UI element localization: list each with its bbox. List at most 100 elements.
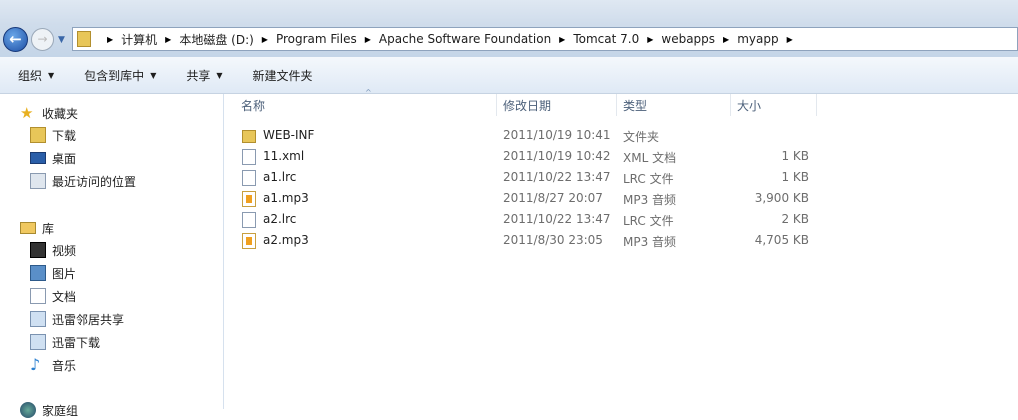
include-in-library-button[interactable]: 包含到库中 ▼ [84,67,156,84]
nav-xunlei-share[interactable]: 迅雷邻居共享 [30,309,124,329]
breadcrumb-item[interactable]: Program Files [276,32,357,46]
audio-file-icon [242,191,256,207]
music-note-icon: ♪ [30,355,41,374]
documents-icon [30,288,46,304]
nav-label: 迅雷邻居共享 [52,312,125,327]
file-row[interactable]: 11.xml 2011/10/19 10:42 XML 文档 1 KB [225,146,825,167]
nav-label: 桌面 [52,151,77,166]
nav-xunlei-download[interactable]: 迅雷下载 [30,332,100,352]
nav-label: 音乐 [52,358,77,373]
nav-label: 视频 [52,243,77,258]
file-list: 名称 ^ 修改日期 类型 大小 WEB-INF 2011/10/19 10:41 … [225,88,1018,409]
nav-label: 家庭组 [42,403,79,418]
breadcrumb-item[interactable]: 本地磁盘 (D:) [179,31,253,48]
new-folder-button[interactable]: 新建文件夹 [253,67,313,84]
share-label: 共享 [186,68,211,83]
nav-label: 迅雷下载 [52,335,101,350]
library-icon [20,222,36,234]
audio-file-icon [242,233,256,249]
file-name: a2.mp3 [263,233,309,247]
breadcrumb-chevron-icon[interactable]: ▶ [365,35,371,44]
breadcrumb-chevron-icon[interactable]: ▶ [262,35,268,44]
breadcrumb-item[interactable]: Apache Software Foundation [379,32,551,46]
library-folder-icon [30,334,46,350]
organize-button[interactable]: 组织 ▼ [18,67,54,84]
file-type: LRC 文件 [623,214,674,228]
file-row[interactable]: a1.lrc 2011/10/22 13:47 LRC 文件 1 KB [225,167,825,188]
breadcrumb-item[interactable]: myapp [737,32,778,46]
file-row[interactable]: a1.mp3 2011/8/27 20:07 MP3 音频 3,900 KB [225,188,825,209]
file-type: MP3 音频 [623,235,677,249]
file-type: MP3 音频 [623,193,677,207]
back-button[interactable]: ← [3,27,28,52]
address-row: ← → ▼ ▶ 计算机 ▶ 本地磁盘 (D:) ▶ Program Files ▶ Apach… [0,25,1018,57]
file-row[interactable]: a2.mp3 2011/8/30 23:05 MP3 音频 4,705 KB [225,230,825,251]
nav-label: 最近访问的位置 [52,174,137,189]
header-label: 大小 [737,98,762,113]
nav-videos[interactable]: 视频 [30,240,76,260]
new-folder-label: 新建文件夹 [252,68,313,83]
navigation-pane: ★ 收藏夹 下载 桌面 最近访问的位置 库 视频 图片 文档 迅雷邻居共享 迅雷下… [0,94,224,418]
breadcrumb-chevron-icon[interactable]: ▶ [559,35,565,44]
share-button[interactable]: 共享 ▼ [186,67,222,84]
file-row[interactable]: a2.lrc 2011/10/22 13:47 LRC 文件 2 KB [225,209,825,230]
nav-documents[interactable]: 文档 [30,286,76,306]
file-type: LRC 文件 [623,172,674,186]
nav-recent[interactable]: 最近访问的位置 [30,171,136,191]
breadcrumb-item[interactable]: 计算机 [121,31,157,48]
nav-homegroup[interactable]: 家庭组 [20,400,78,420]
breadcrumb-chevron-icon[interactable]: ▶ [723,35,729,44]
sort-arrow-icon: ^ [365,88,372,97]
file-icon [242,212,256,228]
file-date: 2011/8/27 20:07 [503,191,603,205]
nav-libraries[interactable]: 库 [20,218,54,238]
file-size: 4,705 KB [754,233,809,247]
breadcrumb-item[interactable]: webapps [661,32,715,46]
chevron-down-icon: ▼ [48,70,55,80]
file-icon [242,170,256,186]
nav-desktop[interactable]: 桌面 [30,148,76,168]
breadcrumb-chevron-icon[interactable]: ▶ [165,35,171,44]
organize-label: 组织 [18,68,43,83]
folder-icon [77,31,91,47]
column-header-date[interactable]: 修改日期 [497,94,617,116]
column-header-name[interactable]: 名称 ^ [235,88,497,116]
file-name: WEB-INF [263,128,315,142]
file-size: 2 KB [781,212,809,226]
nav-label: 收藏夹 [42,106,79,121]
nav-downloads[interactable]: 下载 [30,125,76,145]
nav-label: 文档 [52,289,77,304]
nav-music[interactable]: ♪ 音乐 [30,355,76,375]
header-label: 修改日期 [503,98,552,113]
folder-icon [242,130,256,143]
title-bar [0,0,1018,25]
breadcrumb-chevron-icon[interactable]: ▶ [107,35,113,44]
forward-button[interactable]: → [31,28,54,51]
nav-favorites[interactable]: ★ 收藏夹 [20,103,78,123]
file-row[interactable]: WEB-INF 2011/10/19 10:41 文件夹 [225,125,825,146]
file-date: 2011/10/22 13:47 [503,212,611,226]
file-size: 1 KB [781,149,809,163]
xml-file-icon [242,149,256,165]
history-dropdown-icon[interactable]: ▼ [58,35,65,45]
header-label: 名称 [241,98,266,113]
column-header-size[interactable]: 大小 [731,94,817,116]
star-icon: ★ [20,104,34,122]
column-header-type[interactable]: 类型 [617,94,731,116]
library-folder-icon [30,311,46,327]
chevron-down-icon: ▼ [216,70,223,80]
downloads-folder-icon [30,127,46,143]
breadcrumb-chevron-icon[interactable]: ▶ [787,35,793,44]
recent-places-icon [30,173,46,189]
video-icon [30,242,46,258]
file-name: 11.xml [263,149,305,163]
file-date: 2011/10/22 13:47 [503,170,611,184]
breadcrumb-item[interactable]: Tomcat 7.0 [573,32,639,46]
nav-label: 下载 [52,128,77,143]
nav-label: 库 [42,221,55,236]
file-date: 2011/10/19 10:41 [503,128,611,142]
nav-pictures[interactable]: 图片 [30,263,76,283]
file-type: XML 文档 [623,151,677,165]
breadcrumb-chevron-icon[interactable]: ▶ [647,35,653,44]
address-bar[interactable]: ▶ 计算机 ▶ 本地磁盘 (D:) ▶ Program Files ▶ Apache Soft… [72,27,1018,51]
